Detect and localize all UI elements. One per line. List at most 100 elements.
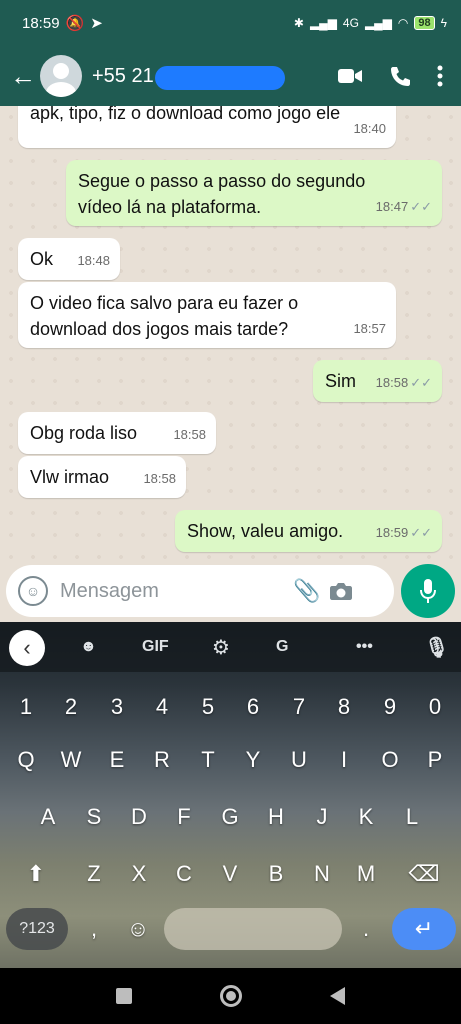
keyboard-collapse-icon[interactable]: ‹ <box>9 630 45 666</box>
message-time: 18:57 <box>353 321 386 336</box>
message-time: 18:40 <box>353 121 386 136</box>
read-ticks-icon: ✓✓ <box>410 199 432 214</box>
settings-icon[interactable]: ⚙ <box>212 635 230 660</box>
signal-icon: ▂▄▆ <box>309 16 337 30</box>
emoji-key-icon[interactable]: ☺ <box>118 904 158 954</box>
symbols-key[interactable]: ?123 <box>6 908 68 950</box>
enter-key[interactable]: ↵ <box>392 908 456 950</box>
video-call-icon[interactable] <box>337 67 363 85</box>
message-text: Ok <box>30 249 54 269</box>
message-incoming[interactable]: Ok 18:48 <box>18 238 120 280</box>
keyboard: ‹ ☻ GIF ⚙ G ••• 🎙 1 2 3 4 5 6 7 8 9 0 Q … <box>0 622 461 968</box>
key[interactable]: T <box>188 735 228 785</box>
shift-icon[interactable]: ⬆ <box>16 849 56 899</box>
read-ticks-icon: ✓✓ <box>410 525 432 540</box>
message-outgoing[interactable]: Sim 18:58 ✓✓ <box>313 360 442 402</box>
key[interactable]: V <box>210 849 250 899</box>
key[interactable]: 5 <box>188 682 228 732</box>
key[interactable]: H <box>256 792 296 842</box>
message-incoming[interactable]: apk, tipo, fiz o download como jogo ele … <box>18 106 396 148</box>
network-type: 4G <box>342 16 359 30</box>
key[interactable]: A <box>28 792 68 842</box>
key[interactable]: 9 <box>370 682 410 732</box>
message-time: 18:58 <box>375 375 409 390</box>
battery-indicator: 98 <box>414 16 435 30</box>
redaction-mark <box>155 65 285 90</box>
contact-name[interactable]: +55 21 <box>92 65 285 90</box>
voice-input-icon[interactable]: 🎙 <box>424 635 449 660</box>
system-nav-bar <box>0 968 461 1024</box>
key[interactable]: Z <box>74 849 114 899</box>
chat-header: 18:59 🔕 ➤ ✱ ▂▄▆ 4G ▂▄▆ ◠ 98 ϟ ← +55 21 <box>0 0 461 106</box>
message-incoming[interactable]: Obg roda liso 18:58 <box>18 412 216 454</box>
sticker-icon[interactable]: ☻ <box>80 638 97 656</box>
message-text: Show, valeu amigo. <box>187 521 344 541</box>
key[interactable]: U <box>279 735 319 785</box>
message-outgoing[interactable]: Segue o passo a passo do segundo vídeo l… <box>66 160 442 226</box>
key[interactable]: E <box>97 735 137 785</box>
message-time: 18:59 <box>375 525 409 540</box>
status-bar: 18:59 🔕 ➤ ✱ ▂▄▆ 4G ▂▄▆ ◠ 98 ϟ <box>0 0 461 46</box>
recents-icon[interactable] <box>116 988 132 1004</box>
space-key[interactable] <box>164 908 342 950</box>
key[interactable]: M <box>346 849 386 899</box>
back-arrow-icon[interactable]: ← <box>8 61 38 92</box>
app-bar: ← +55 21 <box>0 46 461 106</box>
key[interactable]: J <box>302 792 342 842</box>
key[interactable]: O <box>370 735 410 785</box>
message-text: Obg roda liso <box>30 423 138 443</box>
backspace-icon[interactable]: ⌫ <box>404 849 444 899</box>
key[interactable]: K <box>346 792 386 842</box>
key[interactable]: 2 <box>51 682 91 732</box>
more-icon[interactable]: ••• <box>356 638 373 656</box>
message-incoming[interactable]: O video fica salvo para eu fazer o downl… <box>18 282 396 348</box>
emoji-icon[interactable]: ☺ <box>18 576 48 606</box>
back-icon[interactable] <box>330 987 345 1005</box>
home-icon[interactable] <box>220 985 242 1007</box>
composer-bar: ☺ 📎 <box>0 562 461 622</box>
message-incoming[interactable]: Vlw irmao 18:58 <box>18 456 186 498</box>
key[interactable]: 8 <box>324 682 364 732</box>
camera-icon[interactable] <box>324 581 358 601</box>
message-text: apk, tipo, fiz o download como jogo ele <box>30 106 341 123</box>
key[interactable]: 3 <box>97 682 137 732</box>
voice-call-icon[interactable] <box>389 65 411 87</box>
number-row: 1 2 3 4 5 6 7 8 9 0 <box>0 682 461 732</box>
gif-button[interactable]: GIF <box>142 638 169 656</box>
key[interactable]: P <box>415 735 455 785</box>
charging-icon: ϟ <box>440 16 447 30</box>
read-ticks-icon: ✓✓ <box>410 375 432 390</box>
more-options-icon[interactable] <box>437 65 443 87</box>
key[interactable]: R <box>142 735 182 785</box>
key[interactable]: W <box>51 735 91 785</box>
contact-avatar[interactable] <box>40 55 82 97</box>
key[interactable]: C <box>164 849 204 899</box>
key[interactable]: Y <box>233 735 273 785</box>
message-outgoing[interactable]: Show, valeu amigo. 18:59 ✓✓ <box>175 510 442 552</box>
letter-row-3: ⬆ Z X C V B N M ⌫ <box>0 849 461 899</box>
key[interactable]: 7 <box>279 682 319 732</box>
key[interactable]: D <box>119 792 159 842</box>
key[interactable]: L <box>392 792 432 842</box>
key[interactable]: 1 <box>6 682 46 732</box>
comma-key[interactable]: , <box>74 904 114 954</box>
message-input[interactable] <box>60 579 290 603</box>
key[interactable]: N <box>302 849 342 899</box>
key[interactable]: G <box>210 792 250 842</box>
key[interactable]: F <box>164 792 204 842</box>
key[interactable]: B <box>256 849 296 899</box>
message-text: O video fica salvo para eu fazer o downl… <box>30 293 299 339</box>
message-list[interactable]: apk, tipo, fiz o download como jogo ele … <box>0 106 461 562</box>
translate-icon[interactable]: G <box>276 638 288 656</box>
period-key[interactable]: . <box>346 904 386 954</box>
bluetooth-icon: ✱ <box>293 16 304 30</box>
key[interactable]: 6 <box>233 682 273 732</box>
key[interactable]: 0 <box>415 682 455 732</box>
key[interactable]: S <box>74 792 114 842</box>
key[interactable]: I <box>324 735 364 785</box>
key[interactable]: Q <box>6 735 46 785</box>
mic-button[interactable] <box>401 564 455 618</box>
attach-icon[interactable]: 📎 <box>290 578 324 604</box>
key[interactable]: 4 <box>142 682 182 732</box>
key[interactable]: X <box>119 849 159 899</box>
